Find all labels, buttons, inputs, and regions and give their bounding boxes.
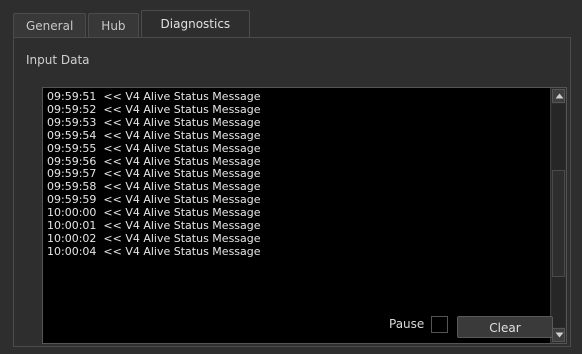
tab-bar: General Hub Diagnostics: [13, 10, 252, 38]
triangle-down-icon: [555, 332, 564, 338]
pause-checkbox[interactable]: [431, 316, 448, 333]
tab-hub[interactable]: Hub: [88, 13, 139, 38]
log-scrollbar[interactable]: [550, 88, 566, 343]
pause-label: Pause: [389, 317, 425, 331]
tab-general[interactable]: General: [13, 13, 87, 38]
scroll-down-button[interactable]: [552, 328, 565, 342]
log-line: 09:59:54 << V4 Alive Status Message: [47, 128, 261, 142]
triangle-up-icon: [555, 93, 564, 99]
tab-diagnostics[interactable]: Diagnostics: [140, 10, 251, 38]
log-line: 09:59:53 << V4 Alive Status Message: [47, 115, 261, 129]
input-data-title: Input Data: [26, 53, 90, 67]
log-line: 09:59:51 << V4 Alive Status Message: [47, 90, 261, 103]
log-list: 09:59:51 << V4 Alive Status Message 09:59…: [47, 90, 548, 343]
log-line: 10:00:04 << V4 Alive Status Message: [47, 244, 261, 258]
settings-window: General Hub Diagnostics Input Data 09:59…: [0, 0, 582, 354]
log-line: 10:00:02 << V4 Alive Status Message: [47, 231, 261, 245]
scroll-thumb[interactable]: [552, 170, 565, 277]
scroll-up-button[interactable]: [552, 89, 565, 103]
clear-button[interactable]: Clear: [457, 316, 553, 338]
log-line: 09:59:55 << V4 Alive Status Message: [47, 141, 261, 155]
log-line: 09:59:52 << V4 Alive Status Message: [47, 102, 261, 116]
input-data-log[interactable]: 09:59:51 << V4 Alive Status Message 09:59…: [42, 87, 567, 344]
